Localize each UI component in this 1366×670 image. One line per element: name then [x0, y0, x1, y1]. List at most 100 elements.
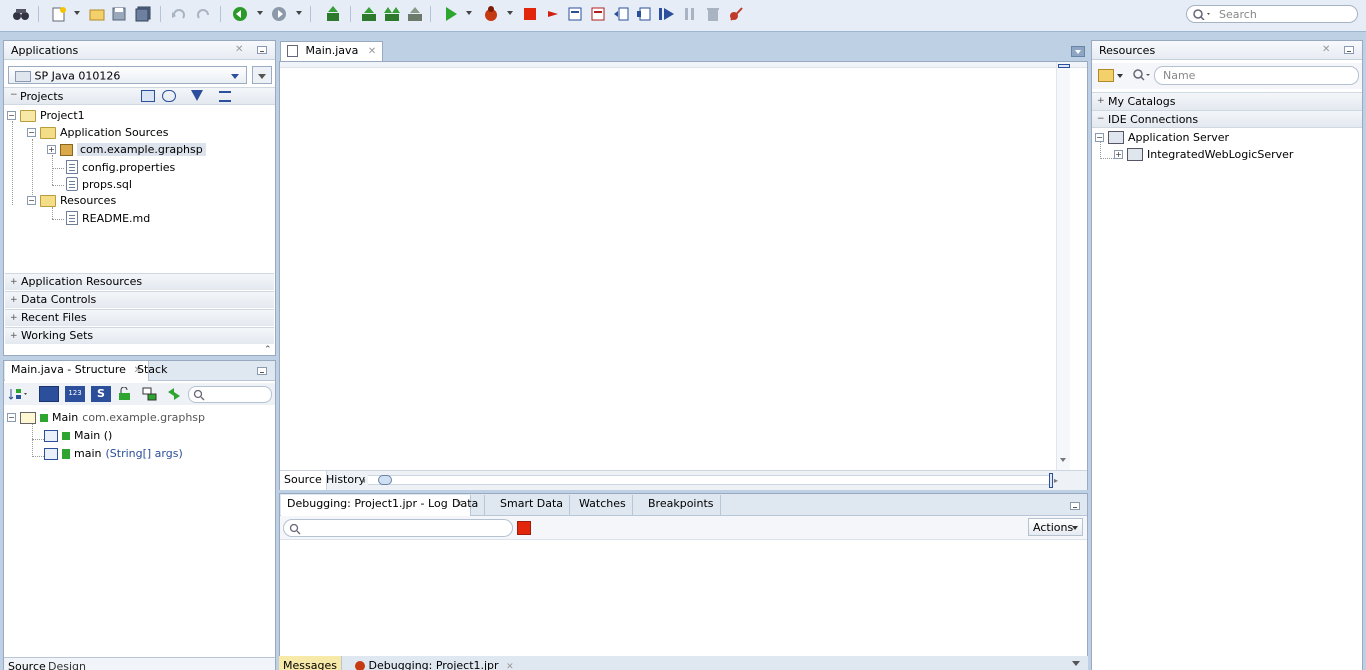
- back-icon[interactable]: [229, 4, 251, 24]
- chevron-down-icon[interactable]: [1072, 661, 1080, 666]
- close-icon[interactable]: ✕: [1322, 44, 1330, 55]
- stop-icon[interactable]: [517, 521, 531, 535]
- structure-node-constructor[interactable]: Main (): [44, 429, 112, 442]
- resources-search-input[interactable]: Name: [1154, 66, 1359, 85]
- app-selector[interactable]: SP Java 010126: [8, 66, 247, 84]
- delete-icon[interactable]: [702, 4, 724, 24]
- tree-node-application-server[interactable]: − Application Server: [1095, 131, 1229, 144]
- close-icon[interactable]: ✕: [235, 44, 243, 55]
- app-menu-button[interactable]: [252, 66, 272, 84]
- step-out-icon[interactable]: [587, 4, 609, 24]
- tree-node-readme[interactable]: README.md: [66, 211, 150, 225]
- working-set-icon[interactable]: [162, 90, 176, 102]
- my-catalogs-header[interactable]: + My Catalogs: [1092, 92, 1362, 110]
- minimize-icon[interactable]: [1070, 502, 1080, 510]
- run-icon[interactable]: [440, 4, 462, 24]
- tree-node-weblogic[interactable]: + IntegratedWebLogicServer: [1114, 148, 1293, 161]
- view-options-icon[interactable]: [219, 91, 231, 102]
- sort-icon[interactable]: [8, 387, 28, 401]
- search-options-icon[interactable]: [1132, 68, 1152, 82]
- editor-tab-bar: Main.java ✕: [279, 40, 1088, 62]
- projects-header[interactable]: − Projects: [4, 87, 275, 105]
- accordion-recent-files[interactable]: Recent Files: [5, 309, 274, 326]
- tab-watches[interactable]: Watches: [573, 495, 633, 515]
- close-icon[interactable]: ✕: [506, 662, 514, 670]
- vertical-scrollbar[interactable]: [1056, 62, 1070, 470]
- bug-icon: [355, 661, 365, 670]
- new-icon[interactable]: [48, 4, 70, 24]
- structure-node-class[interactable]: − Main com.example.graphsp: [7, 411, 205, 424]
- build-icon[interactable]: [381, 4, 403, 24]
- tree-node-package[interactable]: + com.example.graphsp: [47, 143, 206, 156]
- step-into-icon[interactable]: [564, 4, 586, 24]
- rebuild-icon[interactable]: [358, 4, 380, 24]
- chevron-down-icon[interactable]: [1117, 74, 1123, 78]
- tree-node-project1[interactable]: − Project1: [7, 109, 85, 122]
- log-search-input[interactable]: [283, 519, 513, 537]
- minimize-icon[interactable]: [257, 367, 267, 375]
- breakpoint-icon[interactable]: [725, 4, 747, 24]
- save-all-icon[interactable]: [132, 4, 154, 24]
- resume-icon[interactable]: [656, 4, 678, 24]
- toolbar-search-input[interactable]: Search: [1186, 5, 1358, 23]
- accordion-application-resources[interactable]: Application Resources: [5, 273, 274, 290]
- undo-icon[interactable]: [168, 4, 190, 24]
- tab-structure[interactable]: Main.java - Structure ✕: [5, 361, 149, 381]
- tree-node-sql[interactable]: props.sql: [66, 177, 132, 191]
- accordion-data-controls[interactable]: Data Controls: [5, 291, 274, 308]
- show-numbers-icon[interactable]: 123: [65, 386, 85, 402]
- actions-button[interactable]: Actions: [1028, 518, 1083, 536]
- tab-smart-data[interactable]: Smart Data: [494, 495, 571, 515]
- tab-debugging[interactable]: Debugging: Project1.jpr ✕: [351, 656, 518, 670]
- tree-node-config[interactable]: config.properties: [66, 160, 175, 174]
- redo-icon[interactable]: [192, 4, 214, 24]
- accordion-working-sets[interactable]: Working Sets: [5, 327, 274, 344]
- binoculars-icon[interactable]: [10, 4, 32, 24]
- show-static-icon[interactable]: S: [91, 386, 111, 402]
- tab-data[interactable]: Data: [446, 495, 486, 515]
- search-projects-icon[interactable]: [141, 90, 155, 102]
- public-icon: [40, 413, 48, 422]
- close-icon[interactable]: ✕: [368, 46, 376, 57]
- hierarchy-icon[interactable]: [142, 387, 158, 401]
- make-icon[interactable]: [322, 4, 344, 24]
- sync-icon[interactable]: [166, 387, 182, 401]
- structure-node-method[interactable]: main (String[] args): [44, 447, 183, 460]
- folder-icon: [40, 194, 56, 207]
- minimize-icon[interactable]: [1344, 46, 1354, 54]
- step-method-icon[interactable]: [633, 4, 655, 24]
- filter-icon[interactable]: [191, 90, 203, 101]
- show-fields-icon[interactable]: [39, 386, 59, 402]
- tab-source[interactable]: Source: [280, 471, 327, 490]
- tab-breakpoints[interactable]: Breakpoints: [642, 495, 721, 515]
- tree-node-resources[interactable]: − Resources: [27, 194, 116, 207]
- collapse-icon[interactable]: ⌃: [264, 345, 272, 355]
- tab-list-icon[interactable]: [1071, 46, 1085, 57]
- forward-icon[interactable]: [268, 4, 290, 24]
- save-icon[interactable]: [108, 4, 130, 24]
- tab-design[interactable]: Design: [48, 660, 86, 670]
- step-over-icon[interactable]: [542, 4, 564, 24]
- log-tabs: Debugging: Project1.jpr - Log ✕ Data Sma…: [280, 494, 1087, 516]
- structure-panel: Main.java - Structure ✕ Stack 123 S − Ma…: [3, 360, 276, 670]
- minimize-icon[interactable]: [257, 46, 267, 54]
- tree-node-app-sources[interactable]: − Application Sources: [27, 126, 168, 139]
- log-output[interactable]: [280, 541, 1087, 657]
- debug-icon[interactable]: [480, 4, 502, 24]
- open-icon[interactable]: [86, 4, 108, 24]
- tab-stack[interactable]: Stack: [131, 361, 173, 381]
- tab-main-java[interactable]: Main.java ✕: [280, 41, 384, 62]
- structure-search-input[interactable]: [188, 386, 272, 403]
- new-catalog-icon[interactable]: [1098, 69, 1114, 82]
- ide-connections-header[interactable]: − IDE Connections: [1092, 110, 1362, 128]
- tab-source[interactable]: Source: [8, 660, 46, 670]
- clean-icon[interactable]: [404, 4, 426, 24]
- terminate-icon[interactable]: [519, 4, 541, 24]
- step-to-end-icon[interactable]: [610, 4, 632, 24]
- code-area[interactable]: [280, 68, 1056, 470]
- lock-icon[interactable]: [117, 386, 133, 401]
- pause-icon[interactable]: [679, 4, 701, 24]
- tab-debug-log[interactable]: Debugging: Project1.jpr - Log ✕: [281, 495, 471, 516]
- tab-messages[interactable]: Messages: [279, 656, 342, 670]
- horizontal-scrollbar[interactable]: ◂ ▸: [361, 475, 1058, 485]
